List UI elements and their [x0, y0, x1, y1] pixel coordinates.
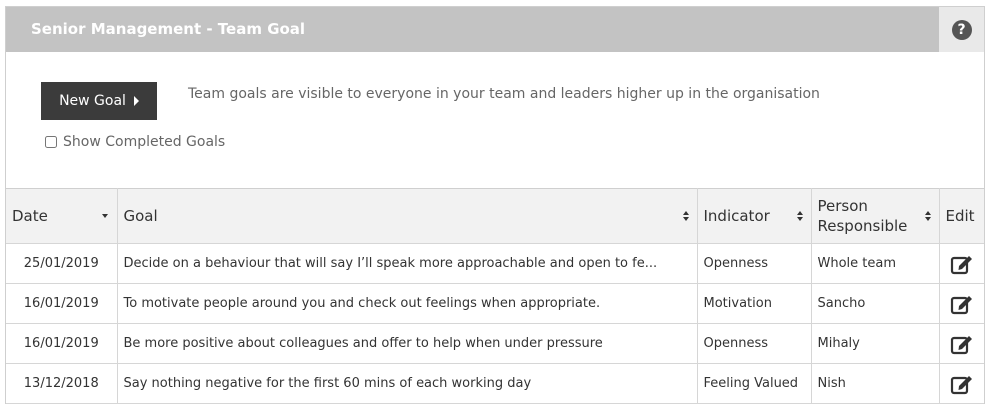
- row-person: Nish: [811, 363, 940, 404]
- row-indicator: Motivation: [697, 283, 812, 324]
- row-edit-cell: [939, 283, 984, 324]
- info-text: Team goals are visible to everyone in yo…: [188, 86, 820, 102]
- row-date: 13/12/2018: [6, 363, 118, 404]
- row-edit-cell: [939, 363, 984, 404]
- show-completed-toggle[interactable]: Show Completed Goals: [45, 134, 225, 150]
- panel-header: Senior Management - Team Goal ?: [6, 7, 984, 52]
- edit-icon[interactable]: [950, 293, 974, 315]
- row-person: Whole team: [811, 243, 940, 284]
- panel-controls: New Goal Team goals are visible to every…: [6, 52, 984, 188]
- question-circle-icon[interactable]: ?: [951, 19, 972, 40]
- row-edit-cell: [939, 243, 984, 284]
- goal-header-label: Goal: [123, 207, 158, 225]
- table-row: 16/01/2019 Be more positive about collea…: [6, 323, 984, 364]
- sort-icon[interactable]: [682, 211, 689, 221]
- column-header-edit: Edit: [939, 188, 984, 244]
- row-goal: To motivate people around you and check …: [117, 283, 698, 324]
- row-person: Sancho: [811, 283, 940, 324]
- row-indicator: Openness: [697, 243, 812, 284]
- edit-icon[interactable]: [950, 373, 974, 395]
- show-completed-checkbox[interactable]: [45, 136, 57, 148]
- row-date: 25/01/2019: [6, 243, 118, 284]
- goals-table: Date Goal Indicator Person Responsible E…: [6, 188, 984, 404]
- row-date: 16/01/2019: [6, 323, 118, 364]
- edit-header-label: Edit: [945, 207, 975, 225]
- panel-title: Senior Management - Team Goal: [31, 20, 306, 38]
- date-header-label: Date: [12, 207, 48, 225]
- row-person: Mihaly: [811, 323, 940, 364]
- indicator-header-label: Indicator: [703, 207, 770, 225]
- sort-icon[interactable]: [796, 211, 803, 221]
- table-row: 13/12/2018 Say nothing negative for the …: [6, 363, 984, 404]
- row-goal: Decide on a behaviour that will say I’ll…: [117, 243, 698, 284]
- row-indicator: Openness: [697, 323, 812, 364]
- column-header-indicator[interactable]: Indicator: [697, 188, 812, 244]
- row-date: 16/01/2019: [6, 283, 118, 324]
- new-goal-label: New Goal: [59, 93, 126, 109]
- help-button[interactable]: ?: [939, 7, 984, 52]
- team-goal-panel: Senior Management - Team Goal ? New Goal…: [5, 6, 985, 404]
- new-goal-button[interactable]: New Goal: [41, 82, 157, 120]
- person-header-label-line1: Person: [817, 197, 868, 215]
- table-row: 16/01/2019 To motivate people around you…: [6, 283, 984, 324]
- column-header-goal[interactable]: Goal: [117, 188, 698, 244]
- sort-icon[interactable]: [924, 211, 931, 221]
- caret-right-icon: [133, 96, 139, 106]
- show-completed-label: Show Completed Goals: [63, 134, 226, 150]
- column-header-person[interactable]: Person Responsible: [811, 188, 940, 244]
- row-goal: Be more positive about colleagues and of…: [117, 323, 698, 364]
- person-header-label-line2: Responsible: [817, 217, 908, 235]
- table-header-row: Date Goal Indicator Person Responsible E…: [6, 188, 984, 244]
- row-indicator: Feeling Valued: [697, 363, 812, 404]
- row-edit-cell: [939, 323, 984, 364]
- column-header-date[interactable]: Date: [6, 188, 118, 244]
- row-goal: Say nothing negative for the first 60 mi…: [117, 363, 698, 404]
- sort-desc-icon[interactable]: [101, 214, 108, 218]
- table-row: 25/01/2019 Decide on a behaviour that wi…: [6, 243, 984, 284]
- edit-icon[interactable]: [950, 253, 974, 275]
- edit-icon[interactable]: [950, 333, 974, 355]
